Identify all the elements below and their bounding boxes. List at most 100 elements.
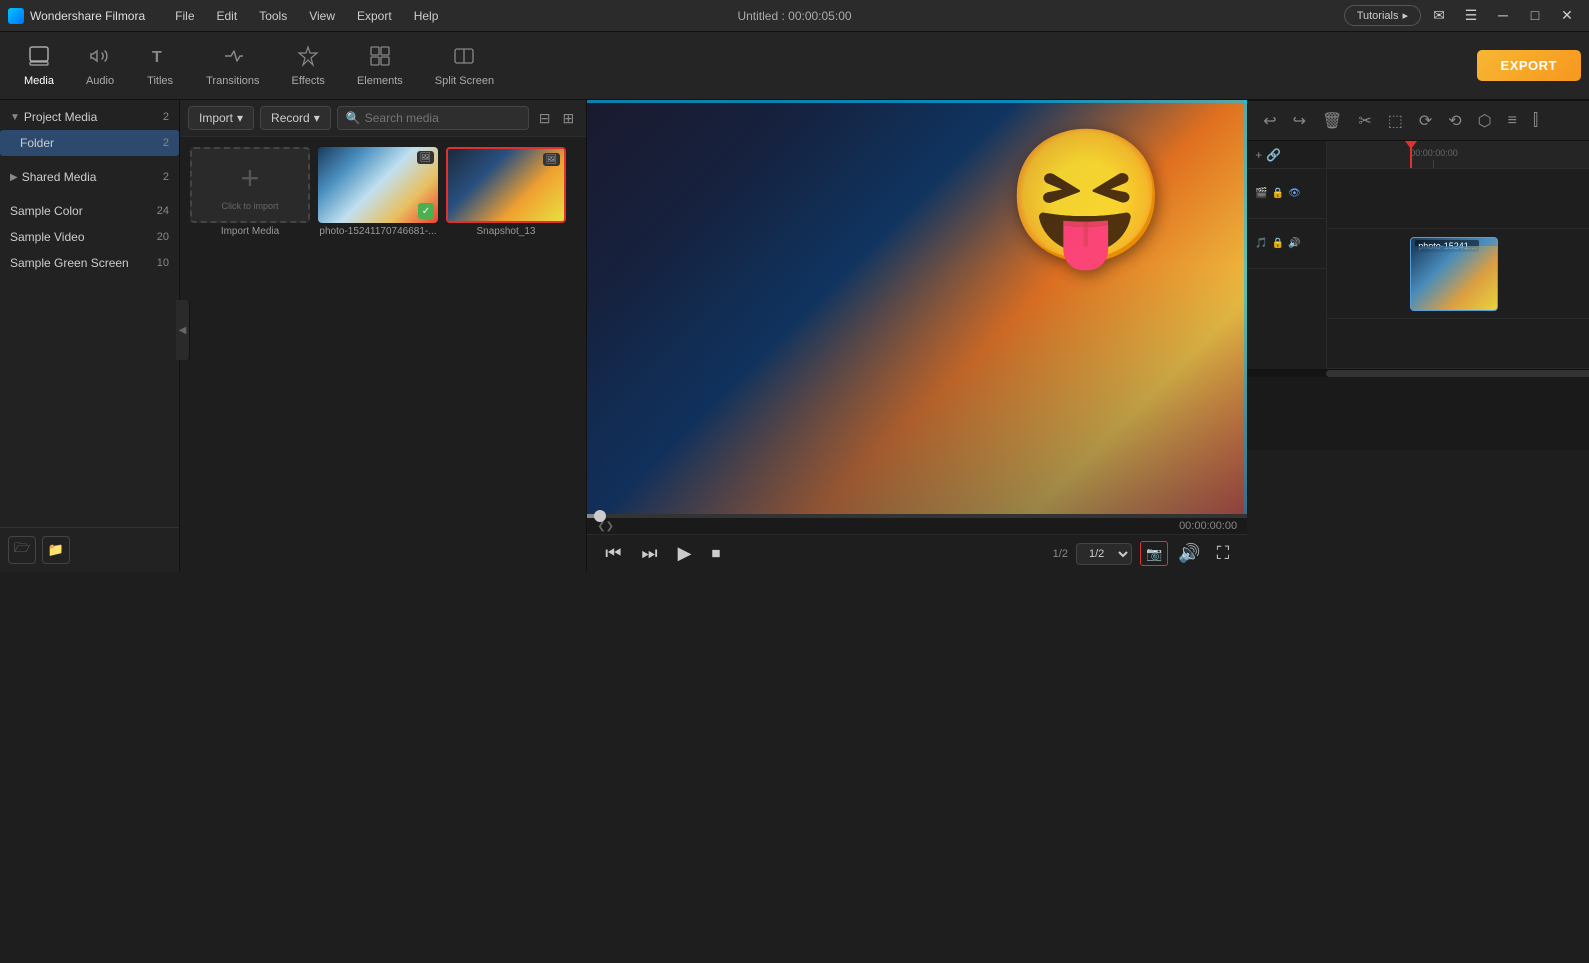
media-item-snapshot13[interactable]: 🖼 Snapshot_13: [446, 147, 566, 237]
audio-track-row: [1327, 319, 1589, 369]
import-media-item[interactable]: + Click to import Import Media: [190, 147, 310, 237]
record-chevron-icon: ▾: [314, 111, 320, 125]
audio-icon: [89, 45, 111, 71]
scrubber-handle[interactable]: [594, 510, 606, 522]
toolbar-split-screen[interactable]: Split Screen: [419, 39, 510, 93]
quality-select[interactable]: 1/2 1/4 Full: [1076, 543, 1132, 565]
play-button[interactable]: ▶: [672, 541, 698, 566]
undo-button[interactable]: ↩: [1257, 107, 1282, 135]
snapshot-button[interactable]: 📷: [1140, 541, 1168, 566]
hamburger-button[interactable]: ☰: [1457, 5, 1485, 25]
chevron-right-icon: ▶: [10, 172, 18, 183]
import-placeholder-thumb: + Click to import: [190, 147, 310, 223]
preview-video: 😝: [587, 100, 1247, 514]
tutorials-button[interactable]: Tutorials ▸: [1344, 5, 1421, 26]
menu-edit[interactable]: Edit: [207, 5, 248, 27]
toolbar-elements-label: Elements: [357, 75, 403, 87]
toolbar-media[interactable]: Media: [8, 39, 70, 93]
search-box: 🔍: [337, 106, 529, 130]
effects-icon: [297, 45, 319, 71]
timeline-add-row: + 🔗: [1247, 141, 1326, 169]
import-dropdown[interactable]: Import ▾: [188, 106, 254, 130]
speed-button[interactable]: ⫿: [1527, 108, 1544, 134]
search-icon: 🔍: [346, 111, 361, 125]
grid-view-button[interactable]: ⊞: [558, 108, 578, 129]
main-toolbar: Media Audio T Titles Transitions Effects: [0, 32, 1589, 100]
folder-row[interactable]: Folder 2: [0, 130, 179, 156]
toolbar-audio[interactable]: Audio: [70, 39, 130, 93]
close-button[interactable]: ✕: [1553, 5, 1581, 25]
menu-file[interactable]: File: [165, 5, 204, 27]
timeline-tracks[interactable]: 00:00:00:00 00:00:10:00 00:00:20:00: [1327, 141, 1589, 369]
upper-area: ▼ Project Media 2 Folder 2 ▶ Share: [0, 100, 1247, 572]
video-clip[interactable]: photo-15241...: [1410, 237, 1498, 311]
preview-scrubber[interactable]: [587, 514, 1247, 518]
left-panel: ▼ Project Media 2 Folder 2 ▶ Share: [0, 100, 180, 572]
new-folder-button[interactable]: 🗁: [8, 536, 36, 564]
cut-button[interactable]: ✂: [1352, 107, 1377, 135]
preview-action-buttons: 📷 🔊 ⛶: [1140, 541, 1235, 566]
sample-video-row[interactable]: Sample Video 20: [0, 224, 179, 250]
playhead[interactable]: [1410, 141, 1412, 168]
video-lock-icon[interactable]: 🔒: [1272, 188, 1284, 199]
import-label: Import: [199, 111, 233, 125]
delete-button[interactable]: 🗑: [1316, 107, 1348, 135]
record-dropdown[interactable]: Record ▾: [260, 106, 331, 130]
add-media-button[interactable]: +: [1255, 148, 1262, 162]
align-button[interactable]: ≡: [1502, 108, 1523, 134]
audio-mute-icon[interactable]: 🔊: [1288, 238, 1300, 249]
menu-view[interactable]: View: [299, 5, 345, 27]
toolbar-effects[interactable]: Effects: [276, 39, 341, 93]
app-logo-icon: [8, 8, 24, 24]
redo-button[interactable]: ↪: [1287, 107, 1312, 135]
media-toolbar: Import ▾ Record ▾ 🔍 ⊟: [180, 100, 586, 137]
crop-button[interactable]: ⬚: [1382, 107, 1409, 135]
import-media-label: Import Media: [190, 226, 310, 237]
shared-media-row[interactable]: ▶ Shared Media 2: [0, 164, 179, 190]
titles-icon: T: [149, 45, 171, 71]
filter-icon-button[interactable]: ⊟: [535, 108, 555, 129]
media-icons: ⊟ ⊞: [535, 108, 578, 129]
panel-section-samples: Sample Color 24 Sample Video 20 Sample G…: [0, 194, 179, 280]
flip-button[interactable]: ⟲: [1442, 107, 1467, 135]
toolbar-elements[interactable]: Elements: [341, 39, 419, 93]
project-media-row[interactable]: ▼ Project Media 2: [0, 104, 179, 130]
toolbar-audio-label: Audio: [86, 75, 114, 87]
collapse-icon: ◀: [179, 325, 187, 336]
menu-tools[interactable]: Tools: [249, 5, 297, 27]
media-item-photo1[interactable]: 🖼 ✓ photo-15241170746681-...: [318, 147, 438, 237]
mail-button[interactable]: ✉: [1425, 5, 1453, 25]
folder-button[interactable]: 📁: [42, 536, 70, 564]
transitions-icon: [222, 45, 244, 71]
folder-icon: 📁: [48, 542, 64, 558]
export-button[interactable]: EXPORT: [1477, 50, 1581, 81]
menu-help[interactable]: Help: [404, 5, 449, 27]
sample-green-screen-count: 10: [157, 257, 169, 269]
shared-media-count: 2: [163, 171, 169, 183]
menu-export[interactable]: Export: [347, 5, 402, 27]
titlebar-controls: Tutorials ▸ ✉ ☰ ─ □ ✕: [1344, 5, 1581, 26]
tutorials-icon: ▸: [1402, 9, 1408, 22]
rotate-button[interactable]: ⟳: [1413, 107, 1438, 135]
minimize-button[interactable]: ─: [1489, 5, 1517, 25]
fullscreen-button[interactable]: ⛶: [1211, 541, 1236, 566]
search-input[interactable]: [365, 111, 520, 125]
sample-color-row[interactable]: Sample Color 24: [0, 198, 179, 224]
rewind-button[interactable]: ⏮: [599, 541, 627, 566]
step-back-button[interactable]: ⏭: [635, 541, 663, 566]
sample-green-screen-row[interactable]: Sample Green Screen 10: [0, 250, 179, 276]
color-button[interactable]: ⬡: [1472, 107, 1498, 135]
add-link-button[interactable]: 🔗: [1266, 148, 1281, 162]
folder-count: 2: [163, 137, 169, 149]
scrollbar-thumb[interactable]: [1326, 370, 1589, 377]
quality-label: 1/2: [1053, 548, 1068, 560]
toolbar-transitions[interactable]: Transitions: [190, 39, 275, 93]
toolbar-titles[interactable]: T Titles: [130, 39, 190, 93]
panel-collapse-button[interactable]: ◀: [176, 300, 190, 360]
audio-lock-icon[interactable]: 🔒: [1272, 238, 1284, 249]
maximize-button[interactable]: □: [1521, 5, 1549, 25]
stop-button[interactable]: ⏹: [705, 541, 726, 566]
volume-button[interactable]: 🔊: [1172, 541, 1206, 566]
video-eye-icon[interactable]: 👁: [1288, 188, 1301, 199]
horizontal-scrollbar[interactable]: [1247, 369, 1589, 377]
